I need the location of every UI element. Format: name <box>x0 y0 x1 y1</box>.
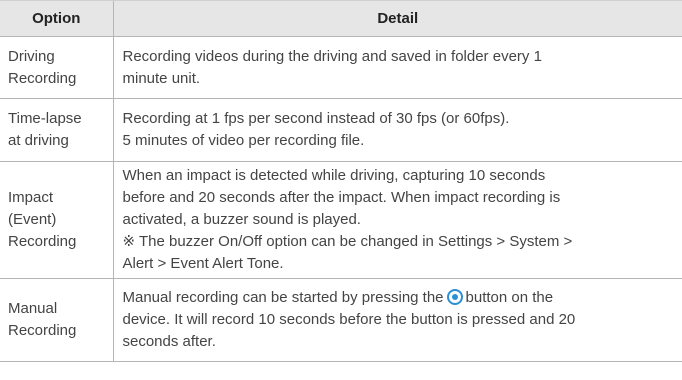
table-row: Impact (Event) Recording When an impact … <box>0 161 682 279</box>
option-line: Time-lapse <box>8 110 82 127</box>
detail-line: When an impact is detected while driving… <box>122 167 546 184</box>
detail-line: 5 minutes of video per recording file. <box>122 132 365 149</box>
detail-text: Manual recording can be started by press… <box>122 289 444 306</box>
detail-line: Recording videos during the driving and … <box>122 47 542 65</box>
document-page: Option Detail Driving Recording Recordin… <box>0 0 682 380</box>
option-line: Driving <box>8 47 55 65</box>
detail-line: activated, a buzzer sound is played. <box>122 211 361 228</box>
table-row: Time-lapse at driving Recording at 1 fps… <box>0 98 682 162</box>
detail-cell: Manual recording can be started by press… <box>112 278 682 362</box>
detail-line: Manual recording can be started by press… <box>123 287 675 309</box>
detail-cell: Recording at 1 fps per second instead of… <box>112 98 682 162</box>
option-line: Impact <box>8 189 54 206</box>
table-row: Driving Recording Recording videos durin… <box>0 36 682 99</box>
option-line: Recording <box>8 69 77 87</box>
detail-line: before and 20 seconds after the impact. … <box>122 189 561 206</box>
detail-line: Recording at 1 fps per second instead of… <box>122 110 510 127</box>
detail-text: button on the <box>465 289 554 306</box>
option-column-header: Option <box>0 0 113 37</box>
option-line: Recording <box>8 233 77 250</box>
option-cell: Driving Recording <box>0 36 113 99</box>
option-line: at driving <box>8 132 69 149</box>
record-button-icon <box>446 289 463 305</box>
option-line: Recording <box>8 322 77 339</box>
detail-column-header: Detail <box>112 0 682 37</box>
note-line: ※ The buzzer On/Off option can be change… <box>122 233 573 250</box>
detail-line: seconds after. <box>122 333 216 350</box>
option-line: Manual <box>8 300 58 317</box>
table-row: Manual Recording Manual recording can be… <box>0 278 682 362</box>
table-header-row: Option Detail <box>0 0 682 37</box>
detail-line: device. It will record 10 seconds before… <box>122 311 576 328</box>
detail-line: minute unit. <box>122 69 201 87</box>
detail-cell: Recording videos during the driving and … <box>112 36 682 99</box>
detail-cell: When an impact is detected while driving… <box>112 161 682 279</box>
recording-modes-table: Option Detail Driving Recording Recordin… <box>0 0 682 362</box>
note-line: Alert > Event Alert Tone. <box>122 255 284 272</box>
option-cell: Manual Recording <box>0 278 113 362</box>
option-cell: Time-lapse at driving <box>0 98 113 162</box>
option-line: (Event) <box>8 211 57 228</box>
option-cell: Impact (Event) Recording <box>0 161 113 279</box>
